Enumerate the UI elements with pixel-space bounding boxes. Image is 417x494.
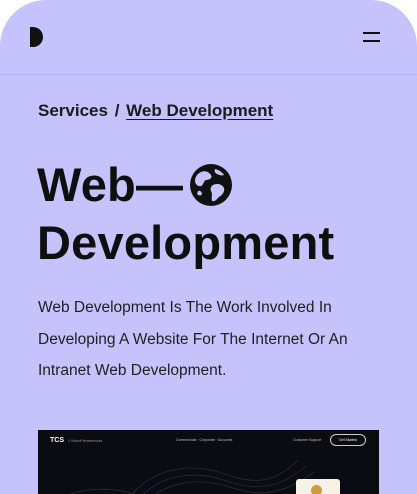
page-container: Services / Web Development Web— Developm…	[0, 0, 417, 494]
preview-support-link: Customer Support	[293, 438, 322, 442]
title-word-web: Web—	[37, 158, 184, 211]
website-preview-image: TCS // VisionPrimeservices Commercials ·…	[38, 430, 379, 494]
menu-line-top	[363, 32, 380, 34]
breadcrumb-separator: /	[114, 101, 120, 120]
globe-icon	[189, 162, 233, 206]
title-line-1: Web—	[37, 156, 334, 214]
breadcrumb: Services / Web Development	[38, 101, 273, 121]
page-title: Web— Development	[37, 156, 334, 272]
menu-line-bottom	[363, 40, 380, 42]
half-circle-logo-icon[interactable]	[30, 27, 43, 47]
top-navigation-bar	[0, 0, 417, 75]
title-line-2: Development	[37, 216, 335, 269]
preview-graphic-dot	[311, 485, 322, 494]
hamburger-menu-icon[interactable]	[361, 29, 385, 47]
preview-nav: Commercials · Corporate · Accounts	[176, 438, 233, 442]
breadcrumb-parent[interactable]: Services	[38, 101, 108, 120]
service-description: Web Development Is The Work Involved In …	[38, 299, 348, 379]
preview-graphic	[296, 479, 340, 494]
breadcrumb-current-link[interactable]: Web Development	[126, 101, 273, 120]
preview-tagline: // VisionPrimeservices	[68, 439, 103, 443]
preview-brand: TCS	[50, 437, 64, 444]
preview-cta-button: Get Started	[330, 434, 366, 446]
